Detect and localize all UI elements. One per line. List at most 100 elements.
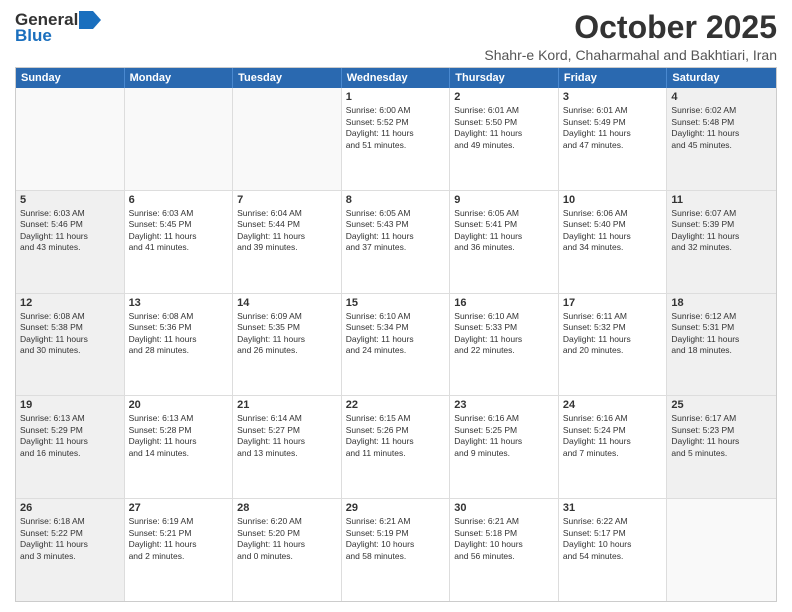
day-number: 16	[454, 297, 554, 309]
week-row-2: 5 Sunrise: 6:03 AM Sunset: 5:46 PM Daylig…	[16, 191, 776, 294]
day-info: Sunrise: 6:05 AM Sunset: 5:43 PM Dayligh…	[346, 208, 446, 254]
calendar-cell: 26Sunrise: 6:18 AM Sunset: 5:22 PM Dayli…	[16, 499, 125, 601]
day-number: 11	[671, 194, 772, 206]
calendar-cell: 2Sunrise: 6:01 AM Sunset: 5:50 PM Daylig…	[450, 88, 559, 190]
day-number: 5	[20, 194, 120, 206]
logo-arrow-icon	[79, 11, 101, 29]
day-info: Sunrise: 6:11 AM Sunset: 5:32 PM Dayligh…	[563, 311, 663, 357]
day-number: 27	[129, 502, 229, 514]
calendar-cell: 11 Sunrise: 6:07 AM Sunset: 5:39 PM Dayli…	[667, 191, 776, 293]
day-number: 31	[563, 502, 663, 514]
day-info: Sunrise: 6:06 AM Sunset: 5:40 PM Dayligh…	[563, 208, 663, 254]
day-info: Sunrise: 6:21 AM Sunset: 5:19 PM Dayligh…	[346, 516, 446, 562]
day-number: 18	[671, 297, 772, 309]
header: General Blue October 2025 Shahr-e Kord, …	[15, 10, 777, 63]
day-number: 13	[129, 297, 229, 309]
day-number: 21	[237, 399, 337, 411]
day-info: Sunrise: 6:14 AM Sunset: 5:27 PM Dayligh…	[237, 413, 337, 459]
calendar-cell: 16 Sunrise: 6:10 AM Sunset: 5:33 PM Dayli…	[450, 294, 559, 396]
calendar: Sunday Monday Tuesday Wednesday Thursday…	[15, 67, 777, 602]
day-info: Sunrise: 6:13 AM Sunset: 5:28 PM Dayligh…	[129, 413, 229, 459]
day-info: Sunrise: 6:01 AM Sunset: 5:49 PM Dayligh…	[563, 105, 663, 151]
header-friday: Friday	[559, 68, 668, 88]
calendar-cell: 28Sunrise: 6:20 AM Sunset: 5:20 PM Dayli…	[233, 499, 342, 601]
day-number: 6	[129, 194, 229, 206]
header-thursday: Thursday	[450, 68, 559, 88]
week-row-5: 26Sunrise: 6:18 AM Sunset: 5:22 PM Dayli…	[16, 499, 776, 601]
day-number: 12	[20, 297, 120, 309]
calendar-cell: 12 Sunrise: 6:08 AM Sunset: 5:38 PM Dayli…	[16, 294, 125, 396]
day-info: Sunrise: 6:18 AM Sunset: 5:22 PM Dayligh…	[20, 516, 120, 562]
header-monday: Monday	[125, 68, 234, 88]
calendar-cell: 17 Sunrise: 6:11 AM Sunset: 5:32 PM Dayli…	[559, 294, 668, 396]
calendar-cell: 29Sunrise: 6:21 AM Sunset: 5:19 PM Dayli…	[342, 499, 451, 601]
day-number: 23	[454, 399, 554, 411]
day-number: 15	[346, 297, 446, 309]
calendar-cell: 15 Sunrise: 6:10 AM Sunset: 5:34 PM Dayli…	[342, 294, 451, 396]
day-number: 17	[563, 297, 663, 309]
calendar-cell	[667, 499, 776, 601]
day-number: 14	[237, 297, 337, 309]
day-info: Sunrise: 6:21 AM Sunset: 5:18 PM Dayligh…	[454, 516, 554, 562]
calendar-cell	[233, 88, 342, 190]
day-info: Sunrise: 6:03 AM Sunset: 5:46 PM Dayligh…	[20, 208, 120, 254]
day-number: 10	[563, 194, 663, 206]
calendar-cell: 1 Sunrise: 6:00 AM Sunset: 5:52 PM Daylig…	[342, 88, 451, 190]
day-info: Sunrise: 6:07 AM Sunset: 5:39 PM Dayligh…	[671, 208, 772, 254]
day-number: 19	[20, 399, 120, 411]
calendar-cell: 31 Sunrise: 6:22 AM Sunset: 5:17 PM Dayli…	[559, 499, 668, 601]
title-block: October 2025 Shahr-e Kord, Chaharmahal a…	[484, 10, 777, 63]
calendar-cell: 9Sunrise: 6:05 AM Sunset: 5:41 PM Daylig…	[450, 191, 559, 293]
day-number: 7	[237, 194, 337, 206]
week-row-3: 12 Sunrise: 6:08 AM Sunset: 5:38 PM Dayli…	[16, 294, 776, 397]
day-info: Sunrise: 6:17 AM Sunset: 5:23 PM Dayligh…	[671, 413, 772, 459]
calendar-cell: 22Sunrise: 6:15 AM Sunset: 5:26 PM Dayli…	[342, 396, 451, 498]
month-title: October 2025	[484, 10, 777, 45]
calendar-cell: 13Sunrise: 6:08 AM Sunset: 5:36 PM Dayli…	[125, 294, 234, 396]
day-info: Sunrise: 6:10 AM Sunset: 5:33 PM Dayligh…	[454, 311, 554, 357]
page: General Blue October 2025 Shahr-e Kord, …	[0, 0, 792, 612]
day-info: Sunrise: 6:02 AM Sunset: 5:48 PM Dayligh…	[671, 105, 772, 151]
day-info: Sunrise: 6:13 AM Sunset: 5:29 PM Dayligh…	[20, 413, 120, 459]
day-number: 25	[671, 399, 772, 411]
week-row-4: 19 Sunrise: 6:13 AM Sunset: 5:29 PM Dayli…	[16, 396, 776, 499]
calendar-cell: 4 Sunrise: 6:02 AM Sunset: 5:48 PM Daylig…	[667, 88, 776, 190]
day-number: 4	[671, 91, 772, 103]
calendar-cell: 20Sunrise: 6:13 AM Sunset: 5:28 PM Dayli…	[125, 396, 234, 498]
day-info: Sunrise: 6:12 AM Sunset: 5:31 PM Dayligh…	[671, 311, 772, 357]
calendar-cell: 6Sunrise: 6:03 AM Sunset: 5:45 PM Daylig…	[125, 191, 234, 293]
week-row-1: 1 Sunrise: 6:00 AM Sunset: 5:52 PM Daylig…	[16, 88, 776, 191]
day-info: Sunrise: 6:08 AM Sunset: 5:38 PM Dayligh…	[20, 311, 120, 357]
calendar-cell	[125, 88, 234, 190]
calendar-cell: 10 Sunrise: 6:06 AM Sunset: 5:40 PM Dayli…	[559, 191, 668, 293]
day-info: Sunrise: 6:09 AM Sunset: 5:35 PM Dayligh…	[237, 311, 337, 357]
day-number: 30	[454, 502, 554, 514]
logo: General Blue	[15, 10, 101, 46]
day-info: Sunrise: 6:04 AM Sunset: 5:44 PM Dayligh…	[237, 208, 337, 254]
calendar-cell: 23 Sunrise: 6:16 AM Sunset: 5:25 PM Dayli…	[450, 396, 559, 498]
header-saturday: Saturday	[667, 68, 776, 88]
day-number: 24	[563, 399, 663, 411]
day-info: Sunrise: 6:05 AM Sunset: 5:41 PM Dayligh…	[454, 208, 554, 254]
calendar-header: Sunday Monday Tuesday Wednesday Thursday…	[16, 68, 776, 88]
calendar-body: 1 Sunrise: 6:00 AM Sunset: 5:52 PM Daylig…	[16, 88, 776, 601]
header-sunday: Sunday	[16, 68, 125, 88]
day-info: Sunrise: 6:19 AM Sunset: 5:21 PM Dayligh…	[129, 516, 229, 562]
calendar-cell: 14 Sunrise: 6:09 AM Sunset: 5:35 PM Dayli…	[233, 294, 342, 396]
day-info: Sunrise: 6:15 AM Sunset: 5:26 PM Dayligh…	[346, 413, 446, 459]
calendar-cell: 21 Sunrise: 6:14 AM Sunset: 5:27 PM Dayli…	[233, 396, 342, 498]
day-number: 1	[346, 91, 446, 103]
day-info: Sunrise: 6:16 AM Sunset: 5:24 PM Dayligh…	[563, 413, 663, 459]
day-info: Sunrise: 6:16 AM Sunset: 5:25 PM Dayligh…	[454, 413, 554, 459]
calendar-cell: 8 Sunrise: 6:05 AM Sunset: 5:43 PM Daylig…	[342, 191, 451, 293]
header-wednesday: Wednesday	[342, 68, 451, 88]
day-number: 8	[346, 194, 446, 206]
header-tuesday: Tuesday	[233, 68, 342, 88]
calendar-cell: 24 Sunrise: 6:16 AM Sunset: 5:24 PM Dayli…	[559, 396, 668, 498]
day-info: Sunrise: 6:20 AM Sunset: 5:20 PM Dayligh…	[237, 516, 337, 562]
day-info: Sunrise: 6:00 AM Sunset: 5:52 PM Dayligh…	[346, 105, 446, 151]
day-info: Sunrise: 6:10 AM Sunset: 5:34 PM Dayligh…	[346, 311, 446, 357]
calendar-cell	[16, 88, 125, 190]
logo-blue: Blue	[15, 26, 52, 46]
day-info: Sunrise: 6:22 AM Sunset: 5:17 PM Dayligh…	[563, 516, 663, 562]
